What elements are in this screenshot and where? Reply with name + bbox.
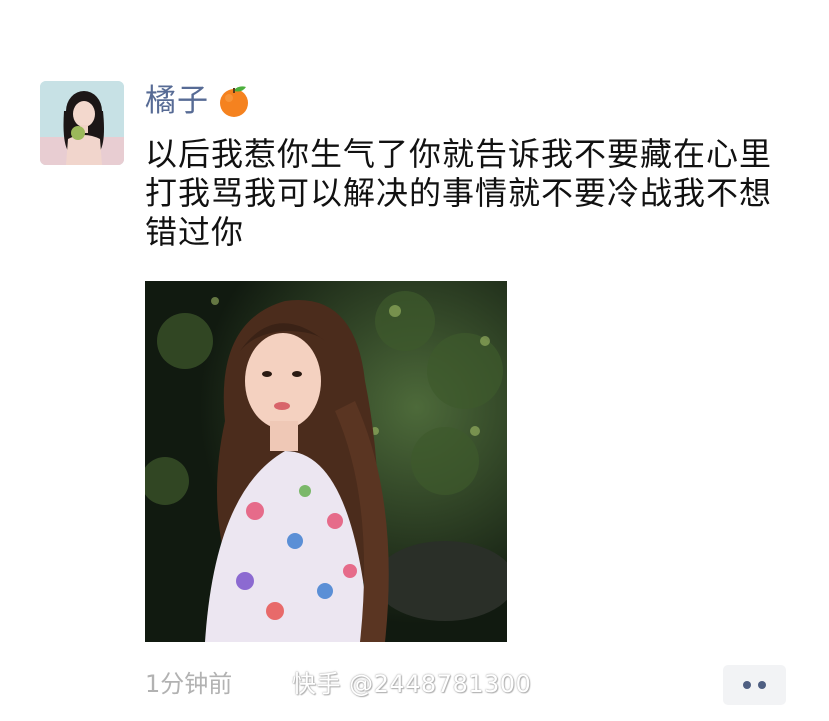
more-button[interactable] bbox=[723, 665, 786, 705]
username-row: 橘子 bbox=[145, 80, 251, 122]
post-photo[interactable] bbox=[145, 281, 507, 642]
username[interactable]: 橘子 bbox=[145, 80, 209, 122]
more-dots-icon bbox=[743, 681, 751, 689]
more-dots-icon bbox=[758, 681, 766, 689]
avatar[interactable] bbox=[40, 81, 124, 165]
tangerine-emoji bbox=[220, 86, 248, 117]
post-text: 以后我惹你生气了你就告诉我不要藏在心里打我骂我可以解决的事情就不要冷战我不想错过… bbox=[145, 135, 773, 251]
moments-post: 橘子 以后我惹你生气了你就告诉我不要藏在心里打我骂我可以解决的事情就不要冷战我不… bbox=[0, 0, 829, 721]
watermark: 快手 @2448781300 bbox=[292, 670, 532, 698]
post-time: 1分钟前 bbox=[145, 670, 233, 698]
